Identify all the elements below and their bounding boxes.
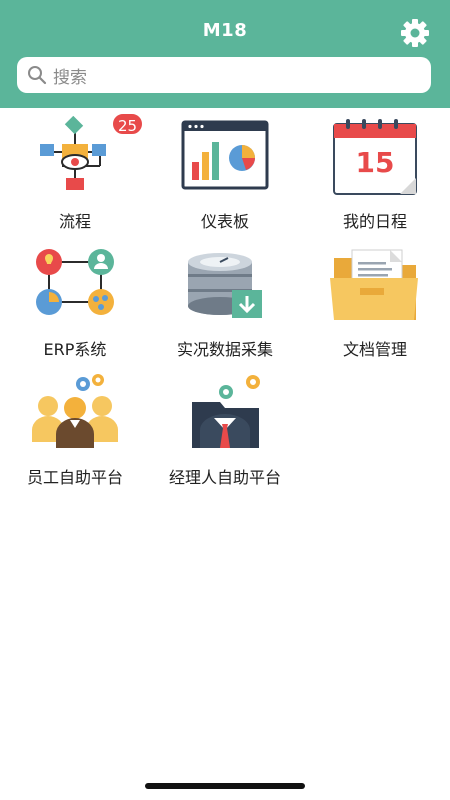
- tile-label-document-management: 文档管理: [342, 340, 407, 359]
- database-download-icon: [188, 253, 262, 318]
- app-title: M18: [202, 20, 248, 41]
- tile-label-workflow: 流程: [58, 212, 91, 231]
- tile-manager-self-service[interactable]: 经理人自助平台: [150, 368, 300, 496]
- tile-label-erp: ERP系统: [43, 340, 107, 359]
- calendar-day-number: 15: [355, 146, 395, 179]
- manager-icon: [192, 375, 260, 448]
- home-indicator[interactable]: [145, 783, 305, 789]
- tile-document-management[interactable]: 文档管理: [300, 240, 450, 368]
- tile-my-schedule[interactable]: 15 我的日程: [300, 112, 450, 240]
- search-bar[interactable]: 搜索: [17, 57, 431, 93]
- tile-label-employee-self-service: 员工自助平台: [26, 468, 123, 487]
- search-icon: [28, 66, 47, 85]
- tile-label-manager-self-service: 经理人自助平台: [168, 468, 281, 487]
- tile-label-my-schedule: 我的日程: [342, 212, 407, 231]
- tile-dashboard[interactable]: 仪表板: [150, 112, 300, 240]
- dashboard-icon: [181, 120, 269, 190]
- tile-label-live-data-collection: 实况数据采集: [176, 340, 273, 359]
- search-input[interactable]: 搜索: [53, 63, 87, 88]
- settings-gear-icon[interactable]: [400, 18, 430, 48]
- employee-group-icon: [32, 374, 118, 448]
- tile-label-dashboard: 仪表板: [200, 212, 249, 231]
- tile-erp[interactable]: ERP系统: [0, 240, 150, 368]
- document-folder-icon: [330, 249, 418, 320]
- tile-live-data-collection[interactable]: 实况数据采集: [150, 240, 300, 368]
- erp-network-icon: [36, 249, 114, 315]
- tile-workflow[interactable]: 25 流程: [0, 112, 150, 240]
- tile-employee-self-service[interactable]: 员工自助平台: [0, 368, 150, 496]
- notification-badge: 25: [111, 112, 145, 136]
- app-header: M18 搜索: [0, 0, 450, 108]
